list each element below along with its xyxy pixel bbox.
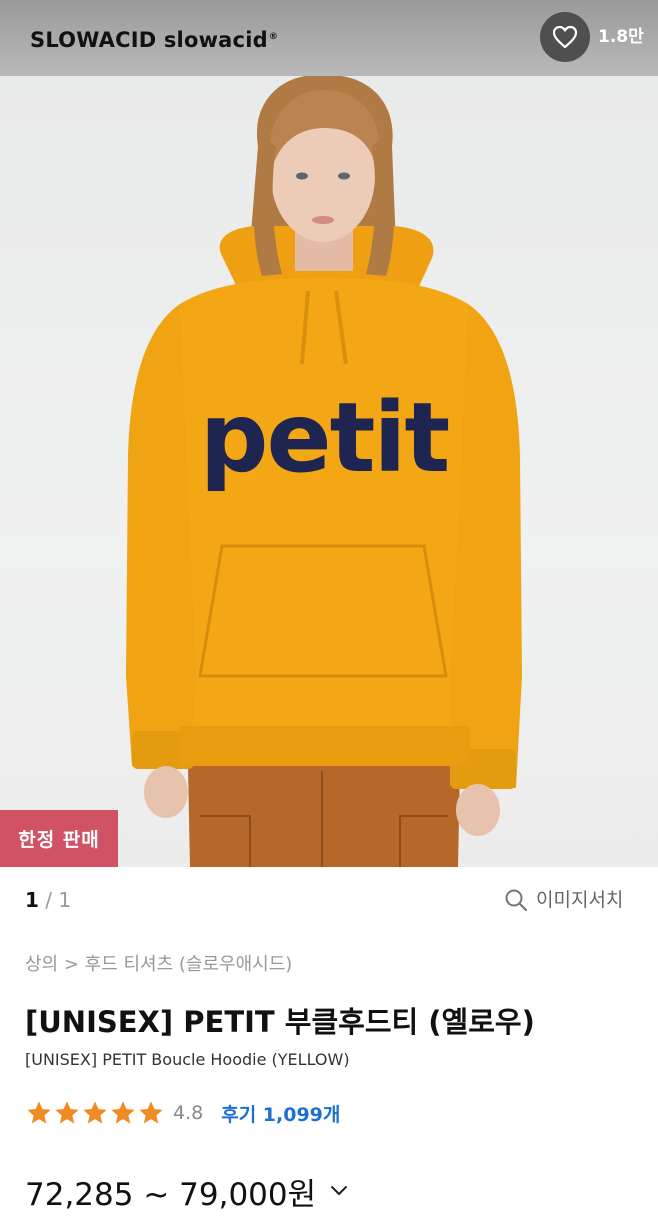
rating-stars [25,1099,165,1127]
rating-row: 4.8 후기 1,099개 [25,1096,340,1130]
product-title: [UNISEX] PETIT 부클후드티 (옐로우) [25,1005,535,1039]
review-count-link[interactable]: 후기 1,099개 [221,1100,340,1127]
image-search-label: 이미지서치 [536,889,624,911]
pager-total: 1 [58,888,72,912]
limited-sale-badge: 한정 판매 [0,810,118,867]
brand-logo[interactable]: SLOWACID slowacid® [30,20,278,54]
like-button[interactable] [540,12,590,62]
product-subtitle: [UNISEX] PETIT Boucle Hoodie (YELLOW) [25,1050,350,1069]
star-icon [55,1101,79,1124]
star-icon [139,1101,163,1124]
category-breadcrumb[interactable]: 상의 > 후드 티셔츠 (슬로우애시드) [25,950,292,980]
search-icon [505,889,528,912]
rating-value: 4.8 [173,1102,204,1124]
price-selector[interactable]: 72,285 ~ 79,000원 [25,1168,348,1214]
star-icon [111,1101,135,1124]
registered-mark: ® [268,32,279,42]
like-count: 1.8만 [598,27,644,47]
price-range: 72,285 ~ 79,000원 [25,1176,317,1213]
chevron-down-icon [331,1186,348,1195]
hoodie-print-text: petit [200,382,449,494]
product-image[interactable]: petit 한정 판매 [0,76,658,867]
brand-name: SLOWACID slowacid [30,28,268,52]
pager-current: 1 [25,888,39,912]
product-photo: petit [126,76,522,867]
image-pager: 1 / 1 [25,884,71,916]
star-icon [83,1101,107,1124]
star-icon [27,1101,51,1124]
image-search-button[interactable]: 이미지서치 [504,884,623,916]
top-header: SLOWACID slowacid® 1.8만 [0,0,658,76]
pager-separator: / [45,888,53,912]
heart-outline-icon [552,25,578,49]
